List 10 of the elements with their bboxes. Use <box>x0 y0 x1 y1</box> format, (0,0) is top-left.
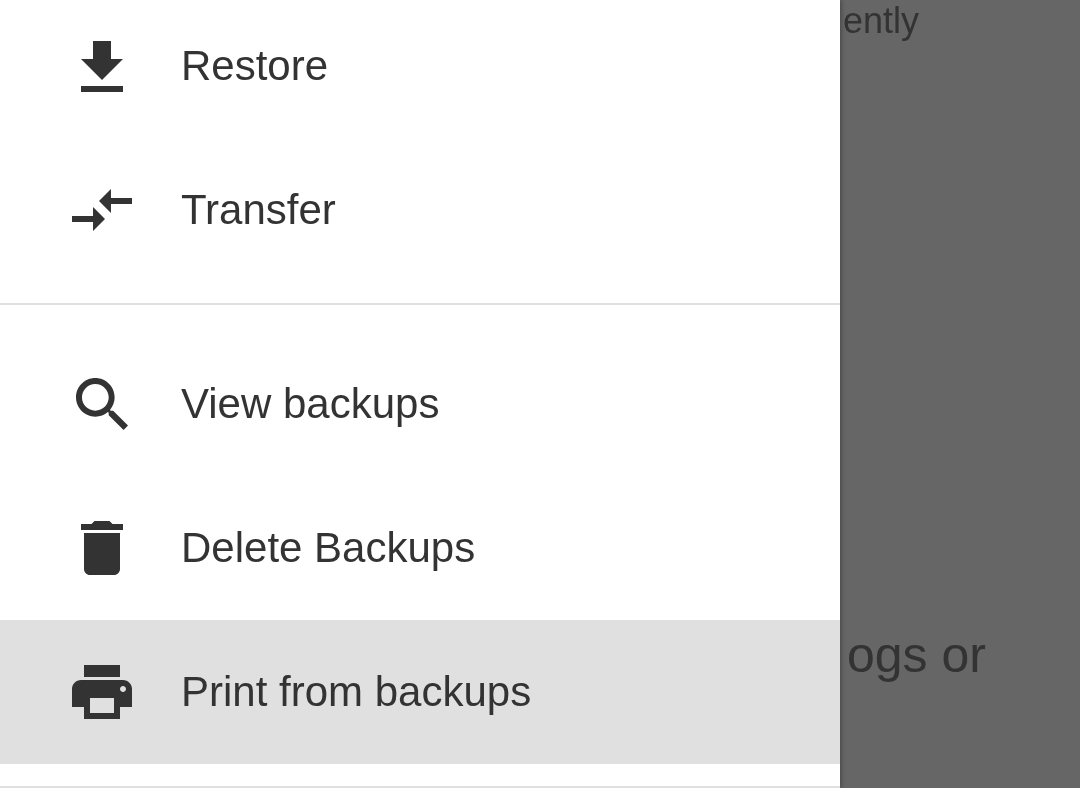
drawer-item[interactable]: Print from backups <box>0 620 840 764</box>
drawer-item[interactable]: Delete Backups <box>0 476 840 620</box>
search-icon <box>76 378 128 430</box>
drawer-item[interactable]: Restore <box>0 0 840 138</box>
download-icon <box>81 40 123 92</box>
opposing-arrows-icon <box>72 189 132 231</box>
drawer-item[interactable]: Transfer <box>0 138 840 282</box>
drawer-item[interactable]: View backups <box>0 332 840 476</box>
printer-icon <box>72 665 132 719</box>
trash-icon <box>81 521 123 575</box>
